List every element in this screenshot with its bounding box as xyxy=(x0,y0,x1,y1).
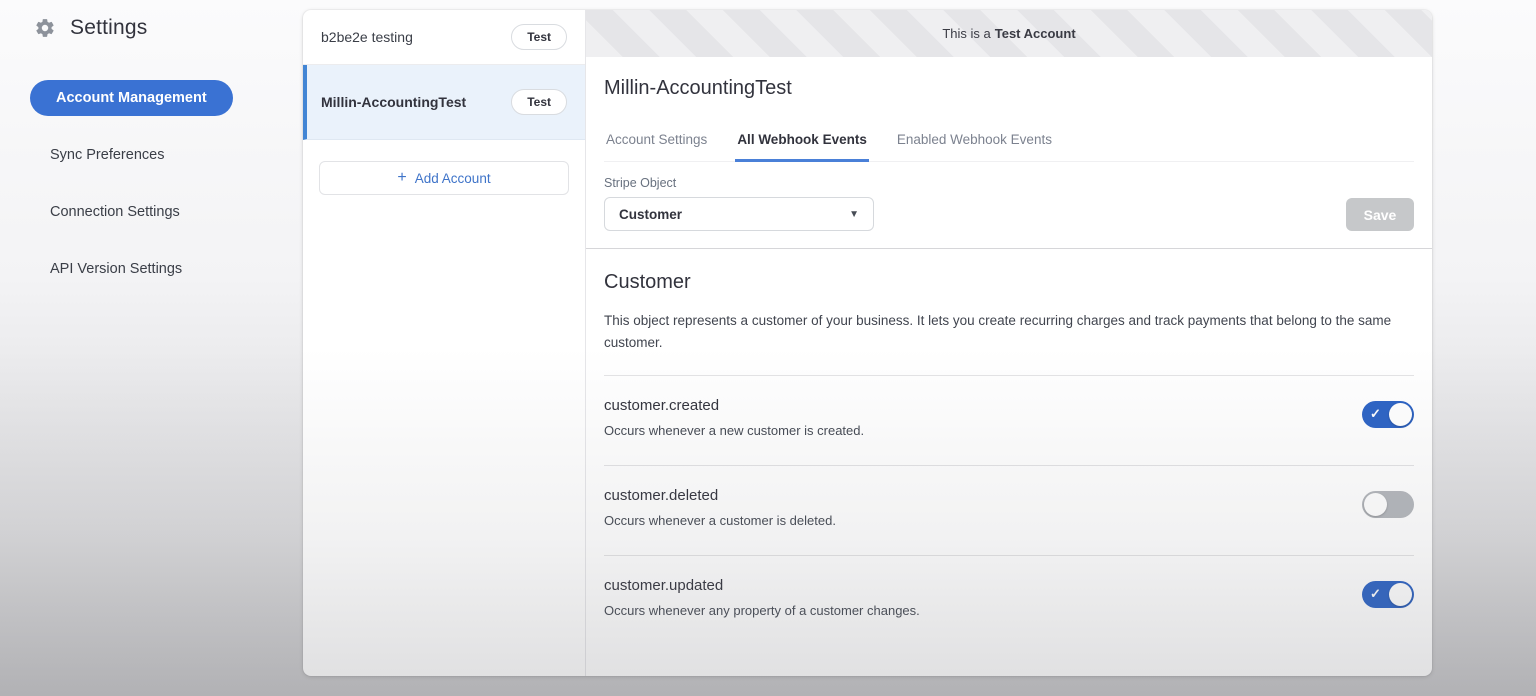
event-name: customer.created xyxy=(604,397,1414,414)
sidebar-item-account-management[interactable]: Account Management xyxy=(30,80,233,116)
plus-icon: + xyxy=(397,170,406,186)
detail-tabs: Account Settings All Webhook Events Enab… xyxy=(604,122,1414,162)
webhook-events-content: Customer This object represents a custom… xyxy=(586,249,1432,676)
sidebar-item-api-version-settings[interactable]: API Version Settings xyxy=(0,251,303,287)
tab-enabled-webhook-events[interactable]: Enabled Webhook Events xyxy=(895,122,1054,162)
account-management-card: b2be2e testing Test Millin-AccountingTes… xyxy=(303,10,1432,676)
check-icon: ✓ xyxy=(1370,586,1381,602)
add-account-label: Add Account xyxy=(415,171,491,186)
tab-account-settings[interactable]: Account Settings xyxy=(604,122,709,162)
banner-text-bold: Test Account xyxy=(995,26,1076,41)
event-name: customer.updated xyxy=(604,577,1414,594)
toggle-knob xyxy=(1364,493,1387,516)
event-description: Occurs whenever a customer is deleted. xyxy=(604,513,1414,528)
toggle-knob xyxy=(1389,583,1412,606)
check-icon: ✓ xyxy=(1370,406,1381,422)
account-name: b2be2e testing xyxy=(321,29,413,45)
event-toggle-off[interactable] xyxy=(1362,491,1414,518)
test-badge: Test xyxy=(511,24,567,50)
sidebar-header: Settings xyxy=(0,0,303,40)
stripe-object-select[interactable]: Customer ▼ xyxy=(604,197,874,231)
account-title: Millin-AccountingTest xyxy=(604,77,1414,100)
settings-nav: Account Management Sync Preferences Conn… xyxy=(0,80,303,287)
event-row-customer-deleted: customer.deleted Occurs whenever a custo… xyxy=(604,466,1414,556)
object-section-title: Customer xyxy=(604,271,1414,294)
event-row-customer-updated: customer.updated Occurs whenever any pro… xyxy=(604,556,1414,645)
stripe-object-field: Stripe Object Customer ▼ xyxy=(604,176,874,231)
test-account-banner: This is a Test Account xyxy=(586,10,1432,57)
test-badge: Test xyxy=(511,89,567,115)
event-description: Occurs whenever a new customer is create… xyxy=(604,423,1414,438)
gear-icon xyxy=(34,17,56,39)
account-detail-panel: This is a Test Account Millin-Accounting… xyxy=(586,10,1432,676)
event-toggle-on[interactable]: ✓ xyxy=(1362,401,1414,428)
accounts-list: b2be2e testing Test Millin-AccountingTes… xyxy=(303,10,586,676)
toggle-knob xyxy=(1389,403,1412,426)
sidebar-item-sync-preferences[interactable]: Sync Preferences xyxy=(0,137,303,173)
add-account-button[interactable]: + Add Account xyxy=(319,161,569,195)
tab-all-webhook-events[interactable]: All Webhook Events xyxy=(735,122,869,162)
settings-sidebar: Settings Account Management Sync Prefere… xyxy=(0,0,303,696)
account-row-millin-accountingtest[interactable]: Millin-AccountingTest Test xyxy=(303,65,585,140)
page-title: Settings xyxy=(70,16,147,40)
save-button[interactable]: Save xyxy=(1346,198,1414,231)
stripe-object-label: Stripe Object xyxy=(604,176,874,190)
event-toggle-on[interactable]: ✓ xyxy=(1362,581,1414,608)
banner-text: This is a xyxy=(942,26,990,41)
object-section-description: This object represents a customer of you… xyxy=(604,310,1414,355)
stripe-object-selected-value: Customer xyxy=(619,207,682,222)
stripe-object-filter-bar: Stripe Object Customer ▼ Save xyxy=(586,162,1432,249)
account-name: Millin-AccountingTest xyxy=(321,94,466,110)
event-row-customer-created: customer.created Occurs whenever a new c… xyxy=(604,376,1414,466)
account-row-b2be2e-testing[interactable]: b2be2e testing Test xyxy=(303,10,585,65)
event-name: customer.deleted xyxy=(604,487,1414,504)
chevron-down-icon: ▼ xyxy=(849,209,859,220)
detail-header: Millin-AccountingTest Account Settings A… xyxy=(586,57,1432,162)
sidebar-item-connection-settings[interactable]: Connection Settings xyxy=(0,194,303,230)
event-description: Occurs whenever any property of a custom… xyxy=(604,603,1414,618)
